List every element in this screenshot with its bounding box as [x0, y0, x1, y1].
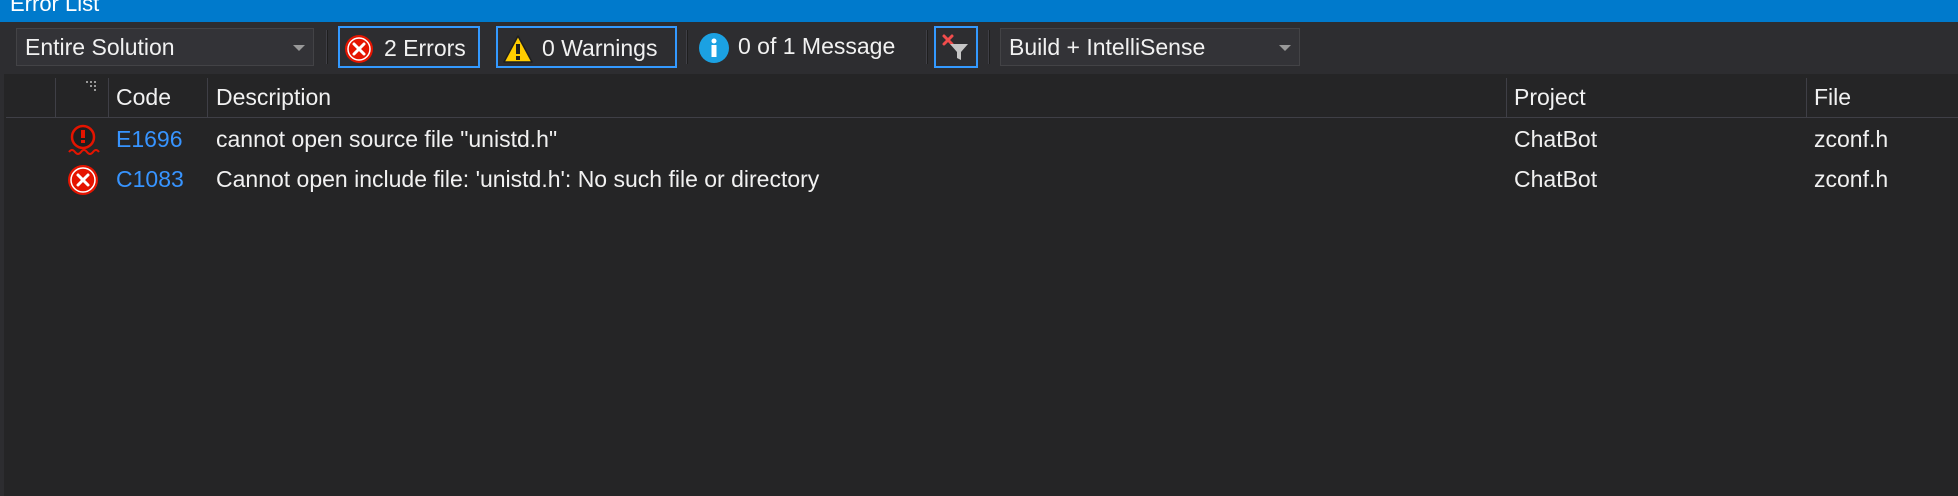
scope-dropdown[interactable]: Entire Solution	[16, 28, 314, 66]
scope-dropdown-value: Entire Solution	[25, 34, 175, 60]
left-edge	[0, 74, 4, 496]
intellisense-error-icon	[66, 124, 100, 161]
messages-filter-label: 0 of 1 Message	[738, 33, 896, 59]
toolbar-separator	[686, 30, 688, 64]
toolbar-separator	[926, 30, 928, 64]
column-separator	[1806, 78, 1807, 118]
build-source-dropdown[interactable]: Build + IntelliSense	[1000, 28, 1300, 66]
table-row[interactable]: E1696 cannot open source file "unistd.h"…	[6, 120, 1958, 160]
column-header-description[interactable]: Description	[216, 84, 331, 111]
column-separator	[1506, 78, 1507, 118]
column-separator	[55, 78, 56, 118]
column-chooser-icon[interactable]	[86, 80, 100, 98]
error-project: ChatBot	[1514, 126, 1598, 152]
toolbar-separator	[326, 30, 328, 64]
warnings-filter-button[interactable]: 0 Warnings	[496, 26, 677, 68]
error-code-link[interactable]: E1696	[116, 126, 183, 153]
chevron-down-icon	[293, 45, 305, 51]
error-file: zconf.h	[1814, 126, 1889, 152]
window-title: Error List	[10, 0, 100, 16]
toolbar-separator	[988, 30, 990, 64]
column-header-file[interactable]: File	[1814, 84, 1851, 111]
info-icon	[698, 32, 730, 76]
clear-filter-button[interactable]	[934, 26, 978, 68]
warnings-filter-label: 0 Warnings	[542, 35, 658, 61]
messages-filter-button[interactable]: 0 of 1 Message	[696, 26, 916, 68]
column-header-row: Code Description Project File	[6, 74, 1958, 118]
errors-filter-button[interactable]: 2 Errors	[338, 26, 480, 68]
warning-icon	[502, 34, 534, 76]
title-bar: Error List	[0, 0, 1958, 22]
error-description: Cannot open include file: 'unistd.h': No…	[216, 166, 820, 192]
error-code-link[interactable]: C1083	[116, 166, 184, 193]
build-source-dropdown-value: Build + IntelliSense	[1009, 34, 1206, 60]
build-error-icon	[66, 164, 100, 201]
table-row[interactable]: C1083 Cannot open include file: 'unistd.…	[6, 160, 1958, 200]
column-header-code[interactable]: Code	[116, 84, 171, 111]
error-description: cannot open source file "unistd.h"	[216, 126, 558, 152]
error-file: zconf.h	[1814, 166, 1889, 192]
column-separator	[207, 78, 208, 118]
errors-filter-label: 2 Errors	[384, 35, 466, 61]
error-project: ChatBot	[1514, 166, 1598, 192]
column-header-project[interactable]: Project	[1514, 84, 1586, 111]
error-icon	[344, 34, 374, 76]
filter-clear-icon	[940, 32, 972, 74]
column-separator	[108, 78, 109, 118]
chevron-down-icon	[1279, 45, 1291, 51]
